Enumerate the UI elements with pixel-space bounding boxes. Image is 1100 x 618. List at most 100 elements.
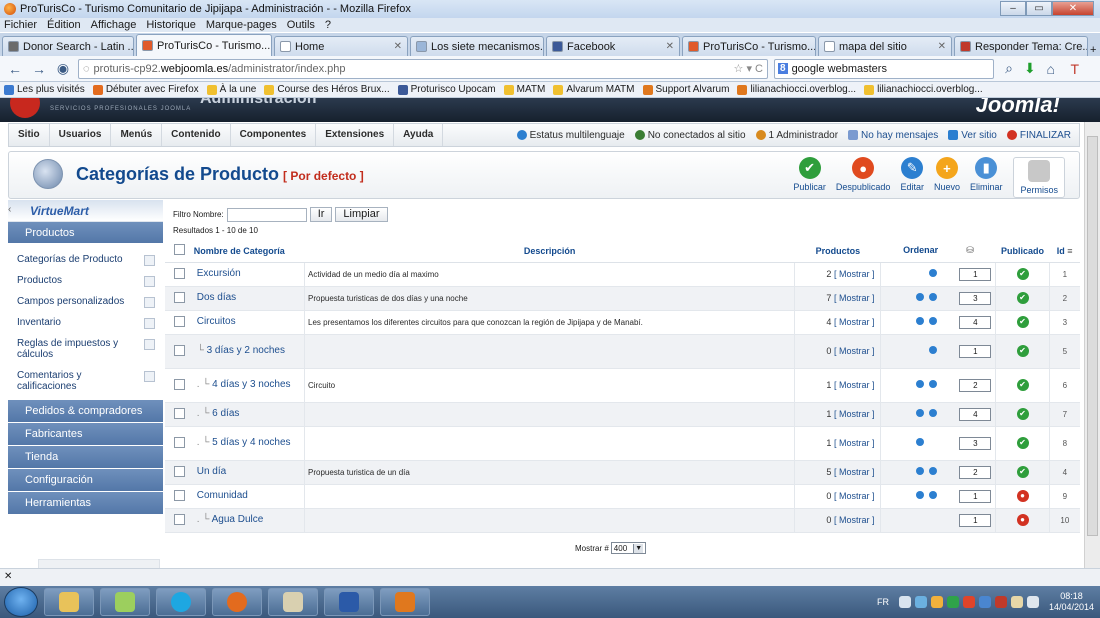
move-up-icon[interactable] — [916, 292, 925, 301]
view-site-link[interactable]: Ver sitio — [948, 130, 997, 141]
tray-icon[interactable] — [898, 596, 911, 608]
sidebar-item[interactable]: Productos — [8, 273, 163, 294]
minimize-icon[interactable]: – — [1000, 1, 1026, 16]
show-products-link[interactable]: [ Mostrar ] — [834, 491, 875, 501]
tray-icon[interactable] — [914, 596, 927, 608]
col-order-header[interactable]: Ordenar ⛁ — [880, 240, 996, 263]
published-check-icon[interactable]: ✔ — [1016, 379, 1029, 391]
category-name-link[interactable]: 5 días y 4 noches — [212, 437, 290, 448]
select-all-checkbox[interactable] — [173, 244, 185, 256]
move-up-icon[interactable] — [916, 466, 925, 475]
row-select-cell[interactable] — [165, 310, 194, 335]
toolbar-button-publicar[interactable]: ✔ Publicar — [788, 157, 831, 198]
tab-close-icon[interactable]: ✕ — [938, 38, 946, 56]
row-select-cell[interactable] — [165, 402, 194, 427]
row-select-cell[interactable] — [165, 286, 194, 311]
tray-icon[interactable] — [994, 596, 1007, 608]
browser-tab[interactable]: Responder Tema: Cre...✕ — [954, 36, 1088, 56]
translate-icon[interactable]: T — [1066, 61, 1084, 77]
row-select-cell[interactable] — [165, 262, 194, 287]
order-input[interactable]: 1 — [959, 489, 992, 503]
show-products-link[interactable]: [ Mostrar ] — [834, 467, 875, 477]
network-icon[interactable] — [1026, 596, 1039, 608]
home-icon[interactable]: ⌂ — [1042, 61, 1060, 77]
category-name-link[interactable]: 4 días y 3 noches — [212, 379, 290, 390]
show-products-link[interactable]: [ Mostrar ] — [834, 438, 875, 448]
volume-icon[interactable] — [1010, 596, 1023, 608]
row-checkbox[interactable] — [173, 267, 185, 279]
menu-item[interactable]: ? — [325, 18, 331, 32]
scrollbar-thumb[interactable] — [1087, 136, 1098, 536]
browser-tab[interactable]: mapa del sitio ✕ — [818, 36, 952, 56]
sidebar-section[interactable]: Herramientas — [8, 492, 163, 515]
category-name-link[interactable]: Comunidad — [197, 490, 248, 501]
joomla-menu-2[interactable]: Menús — [111, 124, 163, 146]
menu-item[interactable]: Fichier — [4, 18, 37, 32]
order-input[interactable]: 2 — [959, 378, 992, 392]
published-check-icon[interactable]: ✔ — [1016, 345, 1029, 357]
browser-tab[interactable]: Los siete mecanismos...✕ — [410, 36, 544, 56]
browser-tab[interactable]: Donor Search - Latin ...✕ — [2, 36, 134, 56]
move-up-icon[interactable] — [916, 379, 925, 388]
maximize-icon[interactable]: ▭ — [1026, 1, 1052, 16]
move-down-icon[interactable] — [929, 490, 938, 499]
show-products-link[interactable]: [ Mostrar ] — [834, 409, 875, 419]
category-name-cell[interactable]: └ 3 días y 2 noches — [193, 334, 305, 369]
back-icon[interactable]: ← — [6, 61, 24, 77]
sidebar-section[interactable]: Tienda — [8, 446, 163, 469]
search-box[interactable]: 8 google webmasters — [774, 58, 994, 79]
row-checkbox[interactable] — [173, 436, 185, 448]
taskbar-explorer[interactable] — [44, 588, 94, 616]
published-check-icon[interactable]: ✔ — [1016, 466, 1029, 478]
joomla-menu-0[interactable]: Sitio — [9, 124, 50, 146]
bookmark-item[interactable]: À la une — [206, 84, 256, 95]
tab-close-icon[interactable]: ✕ — [666, 38, 674, 56]
permissions-button[interactable]: Permisos — [1013, 157, 1065, 198]
category-name-link[interactable]: Agua Dulce — [212, 514, 264, 525]
close-window-icon[interactable]: ✕ — [1052, 1, 1094, 16]
category-name-cell[interactable]: Un día — [193, 460, 305, 485]
category-name-cell[interactable]: . └ 4 días y 3 noches — [193, 368, 305, 403]
tray-icon[interactable] — [962, 596, 975, 608]
search-go-icon[interactable]: ⌕ — [1000, 60, 1018, 77]
select-all-header[interactable] — [165, 240, 194, 263]
status-messages[interactable]: No hay mensajes — [848, 130, 938, 141]
row-select-cell[interactable] — [165, 368, 194, 403]
category-name-cell[interactable]: . └ 6 días — [193, 402, 305, 427]
menu-item[interactable]: Édition — [47, 18, 81, 32]
collapse-sidebar-icon[interactable]: ‹ — [8, 204, 11, 215]
row-checkbox[interactable] — [173, 513, 185, 525]
bookmark-item[interactable]: Débuter avec Firefox — [92, 84, 199, 95]
menu-item[interactable]: Historique — [146, 18, 196, 32]
move-up-icon[interactable] — [916, 316, 925, 325]
category-name-link[interactable]: Excursión — [197, 268, 241, 279]
show-products-link[interactable]: [ Mostrar ] — [834, 293, 875, 303]
taskbar-pictures[interactable] — [100, 588, 150, 616]
row-select-cell[interactable] — [165, 508, 194, 533]
toolbar-button-editar[interactable]: ✎ Editar — [895, 157, 929, 198]
bookmark-star-icon[interactable]: ☆ ▾ C — [734, 62, 767, 75]
show-products-link[interactable]: [ Mostrar ] — [834, 317, 875, 327]
filter-name-input[interactable] — [226, 207, 307, 222]
identity-icon[interactable]: ◉ — [54, 60, 72, 77]
page-scrollbar[interactable] — [1084, 122, 1100, 568]
address-bar[interactable]: ◌ proturis-cp92. webjoomla.es/administrat… — [78, 58, 768, 79]
bookmark-item[interactable]: Proturisco Upocam — [397, 84, 496, 95]
tray-icon[interactable] — [978, 596, 991, 608]
bookmark-item[interactable]: MATM — [503, 84, 545, 95]
download-icon[interactable]: ⬇ — [1024, 60, 1036, 77]
tray-icon[interactable] — [946, 596, 959, 608]
row-checkbox[interactable] — [173, 344, 185, 356]
filter-clear-button[interactable]: Limpiar — [335, 207, 388, 222]
status-multilanguage[interactable]: Estatus multilenguaje — [516, 130, 625, 141]
bookmark-item[interactable]: Alvarum MATM — [553, 84, 635, 95]
move-up-icon[interactable] — [916, 408, 925, 417]
col-products-header[interactable]: Productos — [794, 240, 881, 263]
menu-item[interactable]: Outils — [287, 18, 315, 32]
col-name-header[interactable]: Nombre de Categoría — [193, 240, 305, 263]
show-products-link[interactable]: [ Mostrar ] — [834, 515, 875, 525]
row-checkbox[interactable] — [173, 465, 185, 477]
browser-tab[interactable]: Facebook ✕ — [546, 36, 680, 56]
category-name-cell[interactable]: Dos días — [193, 286, 305, 311]
row-checkbox[interactable] — [173, 291, 185, 303]
